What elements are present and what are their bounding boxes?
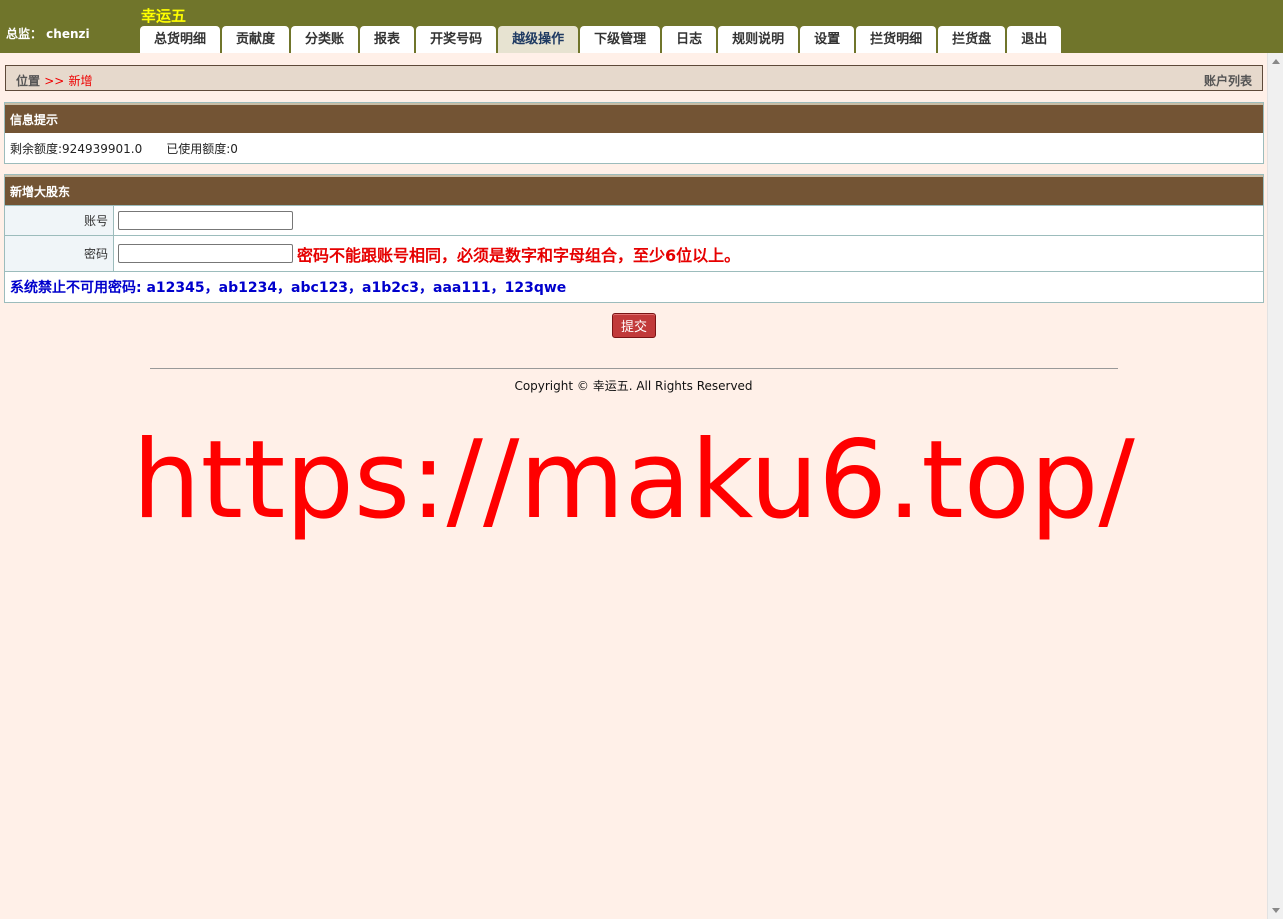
scroll-up-icon[interactable] <box>1272 59 1280 64</box>
used-quota: 已使用额度:0 <box>166 142 238 156</box>
breadcrumb-location: 位置 <box>16 74 41 88</box>
form-title: 新增大股东 <box>5 175 1263 205</box>
account-input[interactable] <box>118 211 293 230</box>
vertical-scrollbar[interactable] <box>1267 53 1283 919</box>
tab-total-details[interactable]: 总货明细 <box>140 26 221 53</box>
submit-button[interactable]: 提交 <box>612 313 656 338</box>
tab-intercept-details[interactable]: 拦货明细 <box>856 26 937 53</box>
scroll-down-icon[interactable] <box>1272 908 1280 913</box>
tab-contribution[interactable]: 贡献度 <box>222 26 290 53</box>
watermark-url: https://maku6.top/ <box>132 418 1135 543</box>
forbidden-passwords-note: 系统禁止不可用密码: a12345，ab1234，abc123，a1b2c3，a… <box>5 271 1263 302</box>
quota-row: 剩余额度:924939901.0 已使用额度:0 <box>5 133 1263 163</box>
password-label: 密码 <box>5 236 114 271</box>
info-panel-title: 信息提示 <box>5 103 1263 133</box>
breadcrumb: 位置 >> 新增 账户列表 <box>5 65 1263 91</box>
supervisor-label: 总监： chenzi <box>6 27 90 41</box>
tab-logout[interactable]: 退出 <box>1007 26 1062 53</box>
add-shareholder-form: 新增大股东 账号 密码 密码不能跟账号相同，必须是数字和字母组合，至少6位以上。… <box>4 174 1264 303</box>
tab-rules[interactable]: 规则说明 <box>718 26 799 53</box>
brand-title: 幸运五 <box>141 7 187 25</box>
account-list-link[interactable]: 账户列表 <box>1204 72 1252 89</box>
tab-intercept-board[interactable]: 拦货盘 <box>938 26 1006 53</box>
account-label: 账号 <box>5 206 114 235</box>
breadcrumb-trail: 位置 >> 新增 <box>16 72 93 89</box>
footer-divider <box>150 368 1118 369</box>
remaining-quota: 剩余额度:924939901.0 <box>10 142 143 156</box>
password-input[interactable] <box>118 244 293 263</box>
password-row: 密码 密码不能跟账号相同，必须是数字和字母组合，至少6位以上。 <box>5 235 1263 271</box>
tab-log[interactable]: 日志 <box>662 26 717 53</box>
breadcrumb-current: 新增 <box>68 74 93 88</box>
password-hint: 密码不能跟账号相同，必须是数字和字母组合，至少6位以上。 <box>297 245 741 265</box>
tab-subordinate-mgmt[interactable]: 下级管理 <box>580 26 661 53</box>
top-header: 总监： chenzi 幸运五 总货明细 贡献度 分类账 报表 开奖号码 越级操作… <box>0 0 1283 53</box>
main-nav-tabs: 总货明细 贡献度 分类账 报表 开奖号码 越级操作 下级管理 日志 规则说明 设… <box>140 26 1062 53</box>
copyright-text: Copyright © 幸运五. All Rights Reserved <box>514 379 753 393</box>
tab-ledger[interactable]: 分类账 <box>291 26 359 53</box>
tab-report[interactable]: 报表 <box>360 26 415 53</box>
tab-settings[interactable]: 设置 <box>800 26 855 53</box>
tab-skip-level-ops[interactable]: 越级操作 <box>498 26 579 53</box>
tab-draw-numbers[interactable]: 开奖号码 <box>416 26 497 53</box>
breadcrumb-separator: >> <box>44 74 65 88</box>
account-row: 账号 <box>5 205 1263 235</box>
info-panel: 信息提示 剩余额度:924939901.0 已使用额度:0 <box>4 102 1264 164</box>
